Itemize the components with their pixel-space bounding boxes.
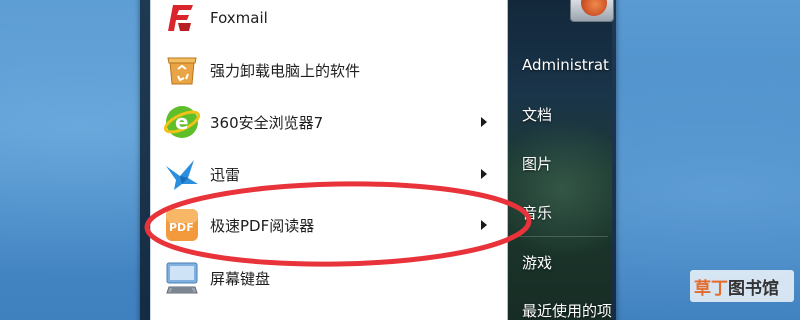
program-label: Foxmail [210,9,268,27]
submenu-arrow-icon [481,169,487,179]
watermark: 草丁 图书馆 [694,272,794,300]
svg-text:e: e [175,110,189,134]
place-item-music[interactable]: 音乐 [522,202,552,223]
program-item-on-screen-keyboard[interactable]: 屏幕键盘 [152,254,506,302]
program-item-foxmail[interactable]: Foxmail [152,0,506,42]
program-item-360-browser[interactable]: e 360安全浏览器7 [152,98,506,146]
foxmail-icon [162,0,202,38]
pdf-reader-icon: PDF [162,205,202,245]
user-avatar[interactable] [570,0,614,22]
submenu-arrow-icon [481,220,487,230]
place-item-pictures[interactable]: 图片 [522,153,552,174]
program-label: 强力卸载电脑上的软件 [210,61,361,80]
submenu-arrow-icon [481,117,487,127]
watermark-part-2: 图书馆 [728,278,779,299]
program-label: 极速PDF阅读器 [210,216,315,235]
place-item-administrator[interactable]: Administrat [522,56,609,74]
360-browser-icon: e [162,102,202,142]
place-item-recent-items[interactable]: 最近使用的项 [522,300,612,320]
place-item-games[interactable]: 游戏 [522,252,552,273]
program-label: 迅雷 [210,165,241,184]
program-label: 360安全浏览器7 [210,113,324,132]
on-screen-keyboard-icon [162,258,202,298]
place-item-documents[interactable]: 文档 [522,104,552,125]
xunlei-bird-icon [162,154,202,194]
program-item-uninstaller[interactable]: 强力卸载电脑上的软件 [152,46,506,94]
places-divider [512,236,608,237]
program-label: 屏幕键盘 [210,269,271,288]
program-item-pdf-reader[interactable]: PDF 极速PDF阅读器 [152,201,506,249]
uninstall-box-icon [162,50,202,90]
watermark-part-1: 草丁 [694,278,728,299]
svg-text:PDF: PDF [169,221,194,234]
program-item-xunlei[interactable]: 迅雷 [152,150,506,198]
